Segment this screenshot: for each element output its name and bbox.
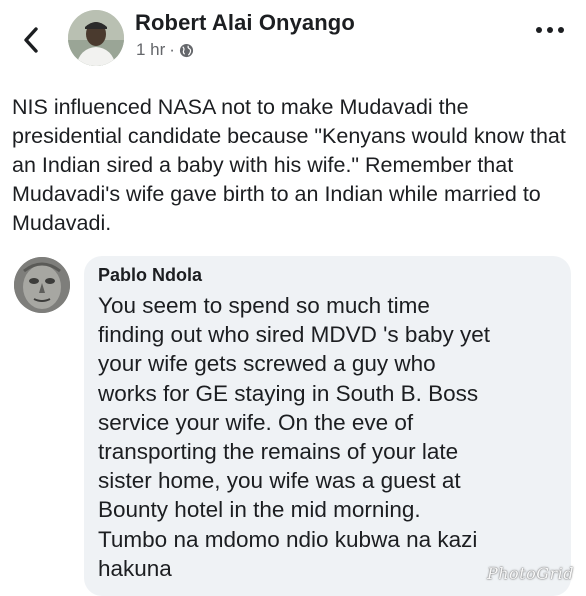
more-options-dot [547,27,553,33]
commenter-avatar[interactable] [14,257,70,313]
post-timestamp[interactable]: 1 hr [136,40,165,60]
comment-body: You seem to spend so much time finding o… [98,293,490,581]
post-author-name[interactable]: Robert Alai Onyango [135,10,355,36]
meta-separator: · [169,40,175,59]
author-avatar[interactable] [68,10,124,66]
more-options-button[interactable] [536,27,564,33]
more-options-dot [536,27,542,33]
avatar-photo [68,10,124,66]
globe-icon [179,43,194,57]
chevron-left-icon [24,27,38,53]
post-body: NIS influenced NASA not to make Mudavadi… [12,95,566,235]
commenter-avatar-image [14,257,70,313]
comment-bubble: Pablo Ndola You seem to spend so much ti… [84,256,571,596]
comment-author-name[interactable]: Pablo Ndola [98,265,559,286]
post-meta: 1 hr · [136,40,194,60]
photogrid-watermark: PhotoGrid [486,564,574,583]
post-header: Robert Alai Onyango 1 hr · [0,0,586,80]
more-options-dot [558,27,564,33]
back-button[interactable] [14,20,48,60]
